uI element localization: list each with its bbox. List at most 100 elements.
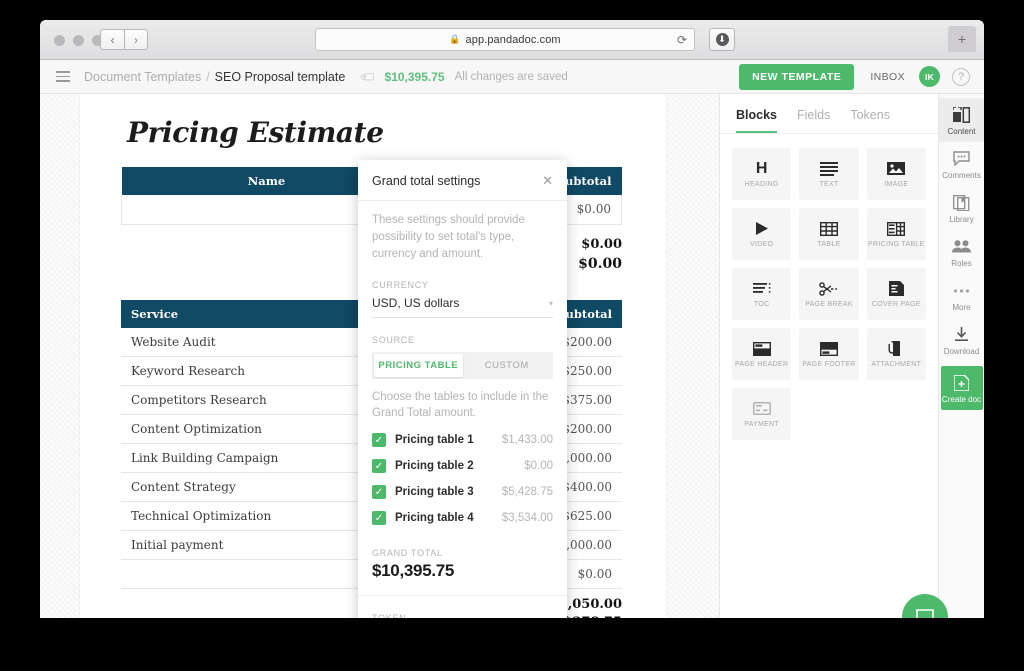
window-controls[interactable] — [54, 35, 103, 46]
table-icon — [819, 220, 838, 237]
rail-label: Roles — [951, 259, 972, 268]
block-page-footer[interactable]: PAGE FOOTER — [799, 328, 859, 380]
close-icon[interactable]: ✕ — [542, 173, 553, 189]
rail-item-more[interactable]: More — [939, 274, 985, 318]
checkbox-pricing-table-2[interactable]: ✓ — [372, 459, 386, 473]
list-item[interactable]: ✓ Pricing table 1 $1,433.00 — [358, 427, 567, 453]
block-label: TOC — [753, 301, 770, 308]
inbox-link[interactable]: INBOX — [870, 71, 905, 83]
screen: ‹ › 🔒 app.pandadoc.com ⟳ ⬇ + Document Te… — [0, 0, 1024, 671]
content-icon — [953, 105, 970, 124]
toc-icon — [752, 280, 771, 297]
block-heading[interactable]: H HEADING — [732, 148, 792, 200]
avatar[interactable]: IK — [919, 66, 940, 87]
rail-item-comments[interactable]: Comments — [939, 142, 985, 186]
back-icon[interactable]: ‹ — [100, 29, 124, 50]
block-attachment[interactable]: ATTACHMENT — [866, 328, 926, 380]
navigation-buttons: ‹ › — [100, 29, 148, 50]
currency-value: USD, US dollars — [372, 296, 460, 310]
currency-select[interactable]: USD, US dollars ▾ — [372, 296, 553, 318]
payment-icon — [752, 400, 771, 417]
video-icon — [754, 220, 770, 237]
document-editor[interactable]: Pricing Estimate Name Subtotal $0.00 $0.… — [40, 94, 719, 618]
attachment-icon — [888, 340, 904, 357]
forward-icon[interactable]: › — [124, 29, 148, 50]
block-label: COVER PAGE — [871, 301, 921, 308]
rail-item-roles[interactable]: Roles — [939, 230, 985, 274]
source-tabs[interactable]: PRICING TABLE CUSTOM — [372, 352, 553, 379]
block-label: PAGE BREAK — [805, 301, 853, 308]
block-page-break[interactable]: PAGE BREAK — [799, 268, 859, 320]
page-title[interactable]: Pricing Estimate — [127, 116, 666, 149]
address-bar[interactable]: 🔒 app.pandadoc.com ⟳ — [315, 28, 695, 51]
cover-page-icon — [888, 280, 904, 297]
pricing-table-1-amount: $1,433.00 — [501, 434, 553, 446]
block-label: HEADING — [744, 181, 779, 188]
block-payment[interactable]: PAYMENT — [732, 388, 792, 440]
list-item[interactable]: ✓ Pricing table 4 $3,534.00 — [358, 505, 567, 531]
chevron-down-icon: ▾ — [548, 298, 553, 308]
create-doc-button[interactable]: Create doc — [940, 366, 983, 410]
pricing-table-3-label: Pricing table 3 — [395, 486, 474, 498]
url-text: app.pandadoc.com — [465, 33, 561, 46]
reload-icon[interactable]: ⟳ — [677, 33, 687, 47]
rail-item-download[interactable]: Download — [939, 318, 985, 362]
tab-custom[interactable]: CUSTOM — [463, 354, 552, 377]
source-help-text: Choose the tables to include in the Gran… — [372, 391, 549, 419]
pricing-table-4-amount: $3,534.00 — [501, 512, 553, 524]
checkbox-pricing-table-3[interactable]: ✓ — [372, 485, 386, 499]
tab-blocks[interactable]: Blocks — [736, 108, 777, 133]
block-label: PAYMENT — [744, 421, 780, 428]
block-video[interactable]: VIDEO — [732, 208, 792, 260]
minimize-window-dot[interactable] — [73, 35, 84, 46]
checkbox-pricing-table-1[interactable]: ✓ — [372, 433, 386, 447]
new-tab-button[interactable]: + — [948, 26, 976, 52]
block-label: VIDEO — [750, 241, 774, 248]
grand-total-label: GRAND TOTAL — [372, 548, 443, 558]
rail-label: Comments — [942, 171, 981, 180]
source-label: SOURCE — [372, 335, 415, 345]
grand-total-amount: $10,395.75 — [358, 558, 567, 596]
tab-fields[interactable]: Fields — [797, 108, 830, 133]
help-icon[interactable]: ? — [952, 67, 970, 86]
block-label: TABLE — [817, 241, 841, 248]
close-window-dot[interactable] — [54, 35, 65, 46]
browser-chrome: ‹ › 🔒 app.pandadoc.com ⟳ ⬇ + — [40, 20, 984, 60]
block-pricing-table[interactable]: PRICING TABLE — [866, 208, 926, 260]
pricing-table-2-label: Pricing table 2 — [395, 460, 474, 472]
tab-pricing-table[interactable]: PRICING TABLE — [374, 354, 463, 377]
list-item[interactable]: ✓ Pricing table 3 $5,428.75 — [358, 479, 567, 505]
tag-icon: 🏷 — [358, 66, 380, 87]
menu-icon[interactable] — [56, 71, 70, 82]
page-footer-icon — [819, 340, 838, 357]
lock-icon: 🔒 — [449, 34, 461, 44]
panel-tabs: Blocks Fields Tokens — [720, 94, 938, 134]
checkbox-pricing-table-4[interactable]: ✓ — [372, 511, 386, 525]
block-label: IMAGE — [884, 181, 909, 188]
grand-total-value[interactable]: $10,395.75 — [385, 70, 445, 84]
new-template-button[interactable]: NEW TEMPLATE — [739, 63, 855, 90]
tool-rail: Content Comments Library Roles More Down… — [938, 94, 984, 618]
block-page-header[interactable]: PAGE HEADER — [732, 328, 792, 380]
page-break-icon — [819, 280, 838, 297]
block-table[interactable]: TABLE — [799, 208, 859, 260]
block-text[interactable]: TEXT — [799, 148, 859, 200]
block-cover-page[interactable]: COVER PAGE — [866, 268, 926, 320]
heading-icon: H — [755, 159, 768, 177]
rail-item-library[interactable]: Library — [939, 186, 985, 230]
create-doc-icon — [954, 373, 969, 392]
grand-total-settings-popover[interactable]: Grand total settings ✕ These settings sh… — [358, 160, 567, 618]
roles-icon — [952, 237, 971, 256]
rail-label: Content — [947, 127, 976, 136]
breadcrumb-root[interactable]: Document Templates — [84, 70, 201, 84]
tab-tokens[interactable]: Tokens — [850, 108, 890, 133]
rail-item-content[interactable]: Content — [938, 98, 984, 142]
block-image[interactable]: IMAGE — [866, 148, 926, 200]
app-top-bar: Document Templates / SEO Proposal templa… — [40, 60, 984, 94]
list-item[interactable]: ✓ Pricing table 2 $0.00 — [358, 453, 567, 479]
blocks-grid: H HEADING TEXT IMAGE VIDEO TABLE PRICING… — [720, 134, 938, 454]
downloads-button[interactable]: ⬇ — [709, 28, 735, 51]
text-icon — [819, 160, 838, 177]
breadcrumb-separator: / — [206, 69, 210, 84]
block-toc[interactable]: TOC — [732, 268, 792, 320]
